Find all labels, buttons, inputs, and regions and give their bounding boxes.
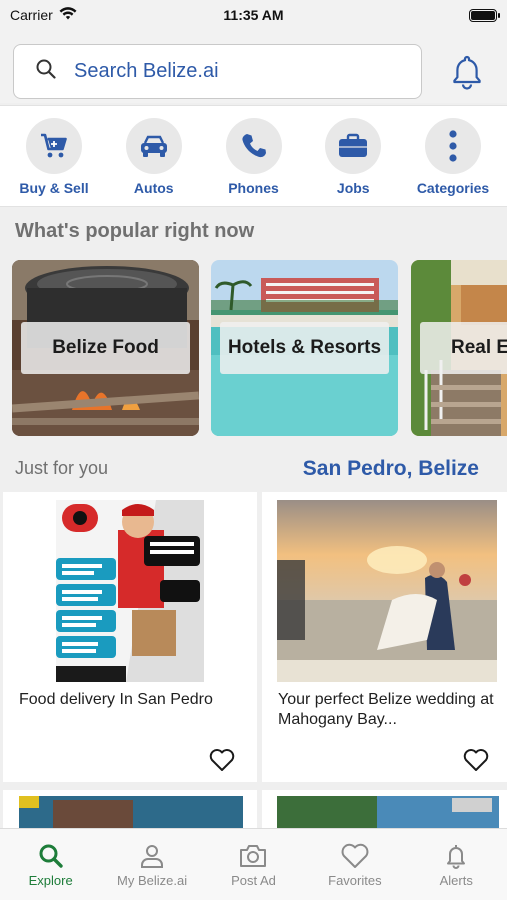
location-selector[interactable]: San Pedro, Belize xyxy=(303,457,479,481)
tab-label: Post Ad xyxy=(231,873,276,888)
category-label: Autos xyxy=(133,180,174,196)
tab-explore[interactable]: Explore xyxy=(1,843,101,900)
camera-icon xyxy=(240,845,267,867)
bell-icon xyxy=(447,845,466,869)
search-input[interactable] xyxy=(74,60,374,83)
listing-image xyxy=(56,500,204,682)
status-bar: Carrier 11:35 AM xyxy=(0,0,507,30)
popular-card-real-estate[interactable]: Real Estate xyxy=(411,260,507,436)
battery-icon xyxy=(469,8,500,22)
category-all[interactable]: Categories xyxy=(409,118,497,206)
category-autos[interactable]: Autos xyxy=(110,118,198,206)
heart-icon xyxy=(341,843,369,868)
favorite-button[interactable] xyxy=(463,748,489,772)
tab-label: Alerts xyxy=(439,873,473,888)
wifi-icon xyxy=(59,7,77,23)
phone-icon xyxy=(225,118,282,174)
heart-icon xyxy=(463,749,489,771)
car-icon xyxy=(125,118,182,174)
listing-card[interactable] xyxy=(262,790,507,830)
category-label: Buy & Sell xyxy=(19,180,89,196)
popular-card-hotels[interactable]: Hotels & Resorts xyxy=(211,260,398,436)
listing-image xyxy=(19,796,243,830)
category-buy-sell[interactable]: Buy & Sell xyxy=(10,118,98,206)
listing-card[interactable]: Food delivery In San Pedro xyxy=(3,492,257,782)
popular-card-label: Hotels & Resorts xyxy=(220,322,389,374)
popular-card-label: Real Estate xyxy=(420,322,507,374)
search-bar[interactable] xyxy=(13,44,422,99)
tab-label: My Belize.ai xyxy=(117,873,188,888)
listing-image xyxy=(277,500,497,682)
listing-title: Your perfect Belize wedding at Mahogany … xyxy=(278,691,494,728)
popular-card-food[interactable]: Belize Food xyxy=(12,260,199,436)
tab-label: Explore xyxy=(28,873,73,888)
just-for-you-title: Just for you xyxy=(15,458,109,478)
search-header xyxy=(0,30,507,103)
category-label: Phones xyxy=(228,180,279,196)
category-phones[interactable]: Phones xyxy=(210,118,298,206)
tab-alerts[interactable]: Alerts xyxy=(406,843,506,900)
tab-my-belize[interactable]: My Belize.ai xyxy=(102,843,202,900)
cart-icon xyxy=(26,118,82,174)
favorite-button[interactable] xyxy=(209,748,235,772)
tab-label: Favorites xyxy=(328,873,382,888)
listing-title: Food delivery In San Pedro xyxy=(19,691,213,708)
more-vertical-icon xyxy=(425,118,481,174)
search-icon xyxy=(36,59,56,84)
search-icon xyxy=(39,844,63,868)
listing-card[interactable]: Your perfect Belize wedding at Mahogany … xyxy=(262,492,507,782)
listing-image xyxy=(277,796,499,830)
popular-carousel[interactable]: Belize Food Hotels & Resorts Real E xyxy=(12,260,507,436)
category-label: Jobs xyxy=(336,180,370,196)
tab-post-ad[interactable]: Post Ad xyxy=(203,843,303,900)
briefcase-icon xyxy=(325,118,382,174)
heart-icon xyxy=(209,749,235,771)
person-icon xyxy=(141,845,164,868)
tab-favorites[interactable]: Favorites xyxy=(305,843,405,900)
category-shortcuts: Buy & Sell Autos Phones Jobs Categories xyxy=(0,105,507,207)
bell-icon xyxy=(450,55,484,94)
tab-bar: Explore My Belize.ai Post Ad Favorites A… xyxy=(0,828,507,900)
category-label: Categories xyxy=(416,180,490,196)
category-jobs[interactable]: Jobs xyxy=(309,118,397,206)
popular-section-title: What's popular right now xyxy=(15,220,255,242)
carrier-label: Carrier xyxy=(10,7,53,23)
notifications-button[interactable] xyxy=(450,54,484,90)
listing-card[interactable] xyxy=(3,790,257,830)
popular-card-label: Belize Food xyxy=(21,322,190,374)
